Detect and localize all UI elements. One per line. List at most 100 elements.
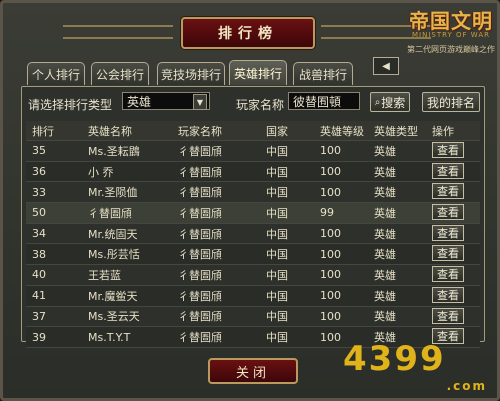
player-input[interactable]: 彼替囿頓 (288, 92, 360, 110)
cell-country: 中国 (266, 206, 288, 220)
cell-player-name: 彳替圄頎 (178, 268, 222, 282)
search-icon: ⌕ (374, 96, 381, 108)
cell-player-name: 彳替圄頎 (178, 310, 222, 324)
table-body: 35 Ms.圣耘鵾 彳替圄頎 中国 100 英雄 查看 36 小 乔彳替圄頎 中国 100 英雄 查看 3… (26, 141, 480, 348)
cell-hero-level: 100 (320, 289, 341, 303)
table-header: 排行 英雄名称 玩家名称 国家 英雄等级 英雄类型 操作 (26, 121, 480, 141)
site-watermark: 4399 .com (343, 339, 493, 399)
cell-hero-level: 100 (320, 227, 341, 241)
cell-hero-type: 英雄 (374, 248, 396, 262)
cell-country: 中国 (266, 310, 288, 324)
logo-subtitle: 第二代网页游戏巅峰之作 (407, 45, 495, 54)
cell-rank: 35 (32, 144, 46, 158)
cell-country: 中国 (266, 186, 288, 200)
view-button[interactable]: 查看 (432, 142, 464, 158)
table-row: 38 Ms.彤芸恬 彳替圄頎 中国 100 英雄 查看 (26, 244, 480, 266)
cell-rank: 34 (32, 227, 46, 241)
view-button[interactable]: 查看 (432, 204, 464, 221)
cell-country: 中国 (266, 144, 288, 158)
cell-hero-level: 100 (320, 309, 341, 323)
ranking-panel: 请选择排行类型 英雄 ▼ 玩家名称 彼替囿頓 ⌕ 搜索 我的排名 排行 英雄名称… (21, 86, 485, 348)
cell-rank: 50 (32, 206, 46, 220)
cell-hero-name: 小 乔 (88, 165, 114, 179)
chevron-down-icon: ▼ (193, 94, 207, 110)
my-rank-button[interactable]: 我的排名 (422, 92, 480, 112)
cell-hero-level: 100 (320, 268, 341, 282)
tab-guild[interactable]: 公会排行 (91, 62, 149, 85)
cell-country: 中国 (266, 268, 288, 282)
cell-country: 中国 (266, 248, 288, 262)
player-label: 玩家名称 (236, 98, 285, 112)
cell-hero-name: Mr.魔鲎天 (88, 289, 138, 303)
search-button-label: 搜索 (381, 95, 406, 110)
table-row: 41 Mr.魔鲎天 彳替圄頎 中国 100 英雄 查看 (26, 285, 480, 307)
header-hero-type: 英雄类型 (374, 124, 418, 138)
prev-page-button[interactable]: ◀ (373, 57, 399, 75)
view-button[interactable]: 查看 (432, 224, 464, 241)
cell-player-name: 彳替圄頎 (178, 165, 222, 179)
cell-hero-name: Mr.圣陨侐 (88, 186, 138, 200)
cell-hero-type: 英雄 (374, 289, 396, 303)
table-row: 33 Mr.圣陨侐 彳替圄頎 中国 100 英雄 查看 (26, 182, 480, 204)
game-logo: 帝国文明 MINISTRY OF WAR 第二代网页游戏巅峰之作 (401, 5, 500, 65)
cell-rank: 40 (32, 268, 46, 282)
cell-hero-type: 英雄 (374, 144, 396, 158)
type-select[interactable]: 英雄 ▼ (122, 92, 210, 110)
cell-rank: 41 (32, 289, 46, 303)
view-button[interactable]: 查看 (432, 266, 464, 283)
search-button[interactable]: ⌕ 搜索 (370, 92, 410, 112)
view-button[interactable]: 查看 (432, 183, 464, 200)
cell-hero-name: Ms.T.Y.T (88, 330, 131, 344)
cell-country: 中国 (266, 289, 288, 303)
cell-hero-name: Ms.圣耘鵾 (88, 144, 140, 158)
header-country: 国家 (266, 124, 288, 138)
cell-country: 中国 (266, 331, 288, 345)
cell-hero-name: 王若蓝 (88, 268, 121, 282)
header-rank: 排行 (32, 124, 54, 138)
ranking-window: 排行榜 帝国文明 MINISTRY OF WAR 第二代网页游戏巅峰之作 ◀ 个… (0, 0, 500, 401)
cell-rank: 37 (32, 309, 46, 323)
cell-player-name: 彳替圄頎 (178, 186, 222, 200)
window-title: 排行榜 (181, 17, 315, 49)
logo-main-text: 帝国文明 (409, 9, 493, 33)
cell-rank: 33 (32, 185, 46, 199)
cell-rank: 39 (32, 330, 46, 344)
cell-hero-type: 英雄 (374, 268, 396, 282)
cell-hero-type: 英雄 (374, 227, 396, 241)
close-button[interactable]: 关闭 (208, 358, 298, 384)
cell-player-name: 彳替圄頎 (178, 289, 222, 303)
type-select-value: 英雄 (127, 94, 152, 109)
tab-beast[interactable]: 战兽排行 (293, 62, 353, 85)
cell-country: 中国 (266, 227, 288, 241)
tab-arena[interactable]: 竞技场排行 (157, 62, 225, 85)
header-hero-name: 英雄名称 (88, 124, 132, 138)
cell-hero-level: 100 (320, 247, 341, 261)
view-button[interactable]: 查看 (432, 307, 464, 324)
header-player-name: 玩家名称 (178, 124, 222, 138)
tab-hero[interactable]: 英雄排行 (229, 60, 287, 85)
view-button[interactable]: 查看 (432, 286, 464, 303)
cell-player-name: 彳替圄頎 (178, 331, 222, 345)
view-button[interactable]: 查看 (432, 162, 464, 179)
logo-english-text: MINISTRY OF WAR (412, 31, 490, 39)
cell-player-name: 彳替圄頎 (178, 248, 222, 262)
cell-player-name: 彳替圄頎 (178, 144, 222, 158)
filter-row: 请选择排行类型 英雄 ▼ 玩家名称 彼替囿頓 ⌕ 搜索 我的排名 (22, 87, 484, 117)
cell-country: 中国 (266, 165, 288, 179)
watermark-domain: .com (446, 379, 487, 393)
type-label: 请选择排行类型 (28, 98, 113, 112)
tab-personal[interactable]: 个人排行 (27, 62, 85, 85)
header-action: 操作 (432, 124, 454, 138)
cell-hero-level: 100 (320, 330, 341, 344)
view-button[interactable]: 查看 (432, 245, 464, 262)
cell-rank: 38 (32, 247, 46, 261)
cell-hero-level: 100 (320, 185, 341, 199)
table-row: 37 Ms.圣云天 彳替圄頎 中国 100 英雄 查看 (26, 307, 480, 328)
cell-rank: 36 (32, 165, 46, 179)
player-input-value: 彼替囿頓 (293, 94, 342, 109)
cell-hero-name: Ms.圣云天 (88, 310, 140, 324)
cell-hero-type: 英雄 (374, 206, 396, 220)
ranking-table: 排行 英雄名称 玩家名称 国家 英雄等级 英雄类型 操作 35 Ms.圣耘鵾 彳替圄… (26, 121, 480, 348)
table-row: 36 小 乔 彳替圄頎 中国 100 英雄 查看 (26, 161, 480, 183)
cell-hero-name: Mr.统固天 (88, 227, 138, 241)
